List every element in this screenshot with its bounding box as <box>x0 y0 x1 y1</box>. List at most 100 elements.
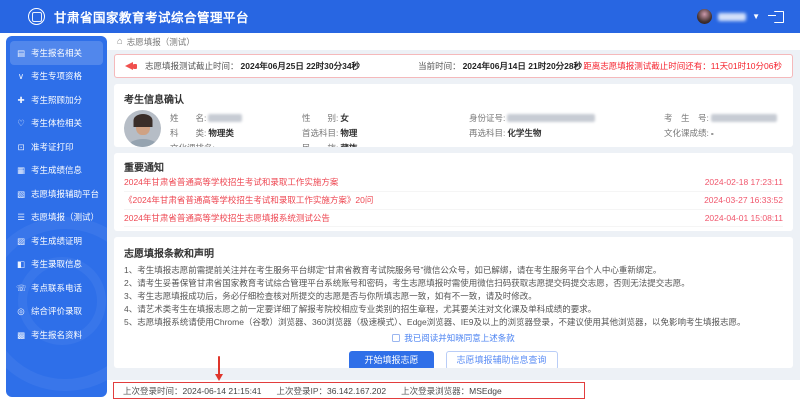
sidebar-item-label: 考生成绩证明 <box>31 235 83 246</box>
sidebar-item-admission-info[interactable]: ◧ 考生录取信息 <box>10 253 103 277</box>
notice-link[interactable]: 2024年甘肃省普通高等学校招生志愿填报系统测试公告 <box>124 212 330 224</box>
sidebar-item-application-test[interactable]: ☰ 志愿填报（测试） <box>10 206 103 230</box>
candidate-info-row: 姓 名: 性 别: 女 身份证号: 考 生 号: 科 类: 物理类 首选科目: 物理 … <box>124 110 783 147</box>
platform-logo-icon <box>28 8 45 25</box>
last-login-ip: 上次登录IP：36.142.167.202 <box>276 385 387 396</box>
candidate-info-title: 考生信息确认 <box>124 95 184 106</box>
sidebar: ▤ 考生报名相关 ∨ 考生专项资格 ✚ 考生照顾加分 ♡ 考生体检相关 ⊡ 准考证打印 ▦… <box>6 36 107 397</box>
doc-icon: ▤ <box>16 47 26 58</box>
user-name-masked[interactable] <box>718 12 747 21</box>
id-masked-value <box>507 113 596 122</box>
notices-card: 重要通知 2024年甘肃省普通高等学校招生考试和录取工作实施方案 2024-02-… <box>114 153 793 231</box>
sidebar-item-comprehensive-evaluation[interactable]: ◎ 综合评价录取 <box>10 300 103 324</box>
field-name: 姓 名: <box>170 112 302 124</box>
sidebar-item-score-info[interactable]: ▦ 考生成绩信息 <box>10 159 103 183</box>
app-header: 甘肃省国家教育考试综合管理平台 ▼ <box>0 0 800 33</box>
notice-link[interactable]: 2024年甘肃省普通高等学校招生考试和录取工作实施方案 <box>124 176 338 188</box>
terms-title: 志愿填报条款和声明 <box>124 249 214 260</box>
photo-hair <box>133 114 152 127</box>
exam-no-masked-value <box>710 113 777 122</box>
sidebar-item-registration[interactable]: ▤ 考生报名相关 <box>10 41 103 65</box>
sidebar-item-label: 考生成绩信息 <box>31 165 83 176</box>
sidebar-item-physical-exam[interactable]: ♡ 考生体检相关 <box>10 112 103 136</box>
sidebar-item-admission-ticket-print[interactable]: ⊡ 准考证打印 <box>10 135 103 159</box>
notice-row: 2024年甘肃省普通高等学校招生志愿填报系统测试公告 2024-04-01 15:… <box>124 208 783 227</box>
sidebar-item-site-phone[interactable]: ☏ 考点联系电话 <box>10 276 103 300</box>
terms-line: 3、考生志愿填报成功后，务必仔细检查核对所提交的志愿是否与你所填志愿一致，如有不… <box>124 291 537 301</box>
list-icon: ☰ <box>17 212 25 223</box>
logout-icon[interactable] <box>768 10 784 23</box>
last-login-bar: 上次登录时间：2024-06-14 21:15:41 上次登录IP：36.142… <box>113 382 585 399</box>
terms-line: 5、志愿填报系统请使用Chrome（谷歌）浏览器、360浏览器（极速模式）、Ed… <box>124 317 746 327</box>
notice-row: 2024年甘肃省普通高等学校招生适应性测试志愿填报系统操作视频2024-04-0… <box>124 226 783 231</box>
notice-row: 2024年甘肃省普通高等学校招生考试和录取工作实施方案 2024-02-18 17… <box>124 174 783 191</box>
notice-date: 2024-02-18 17:23:11 <box>704 177 783 188</box>
name-masked-value <box>208 113 243 122</box>
chevron-down-icon[interactable]: ▼ <box>752 12 760 21</box>
field-category: 科 类: 物理类 <box>170 127 234 138</box>
user-avatar[interactable] <box>697 9 713 24</box>
sidebar-item-label: 考生报名资料 <box>31 329 83 340</box>
field-gender: 性 别: 女 <box>302 112 349 123</box>
agree-row: 我已阅读并知晓同意上述条款 <box>124 332 783 344</box>
content-body: 志愿填报测试截止时间： 2024年06月25日 22时30分34秒 当前时间： … <box>107 50 800 380</box>
phone-icon: ☏ <box>16 282 27 293</box>
field-culture-rank: 文化课排名:- <box>170 142 302 148</box>
field-id-number: 身份证号: <box>469 112 664 124</box>
sidebar-item-score-certificate[interactable]: ▨ 考生成绩证明 <box>10 229 103 253</box>
announcement-icon <box>125 60 138 72</box>
sidebar-item-label: 考点联系电话 <box>31 282 83 293</box>
deadline-bar: 志愿填报测试截止时间： 2024年06月25日 22时30分34秒 当前时间： … <box>114 54 793 78</box>
breadcrumb: ⌂ 志愿填报（测试） <box>107 33 800 51</box>
candidate-photo <box>124 110 161 147</box>
check-icon: ∨ <box>17 71 25 82</box>
notice-link[interactable]: 《2024年甘肃省普通高等学校招生考试和录取工作实施方案》20问 <box>124 194 373 206</box>
countdown-text: 距离志愿填报测试截止时间还有：11天01时10分06秒 <box>583 61 782 71</box>
plus-icon: ✚ <box>17 94 25 105</box>
sidebar-item-label: 考生报名相关 <box>31 47 83 58</box>
start-application-button[interactable]: 开始填报志愿 <box>349 351 434 368</box>
field-culture-score: 文化课成绩: - <box>664 127 714 138</box>
field-second-subject: 再选科目: 化学生物 <box>469 127 542 138</box>
report-icon: ▦ <box>16 165 26 176</box>
field-first-subject: 首选科目: 物理 <box>302 127 358 138</box>
main-area: ⌂ 志愿填报（测试） 志愿填报测试截止时间： 2024年06月25日 22时30… <box>107 33 800 407</box>
header-user-area: ▼ <box>697 9 784 24</box>
terms-line: 1、考生填报志愿前需提前关注并在考生服务平台绑定“甘肃省教育考试院服务号”微信公… <box>124 265 662 275</box>
annotation-arrow-icon <box>215 356 224 382</box>
current-time-value: 2024年06月14日 21时20分28秒 <box>462 61 583 71</box>
deadline-value: 2024年06月25日 22时30分34秒 <box>240 61 361 71</box>
home-icon: ⌂ <box>117 36 123 47</box>
sidebar-item-bonus-points[interactable]: ✚ 考生照顾加分 <box>10 88 103 112</box>
candidate-info-card: 考生信息确认 姓 名: 性 别: 女 身份证号: 考 生 号: 科 类: 物理类 首… <box>114 84 793 147</box>
sidebar-item-registration-materials[interactable]: ▩ 考生报名资料 <box>10 323 103 347</box>
printer-icon: ⊡ <box>17 141 25 152</box>
terms-card: 志愿填报条款和声明 1、考生填报志愿前需提前关注并在考生服务平台绑定“甘肃省教育… <box>114 237 793 368</box>
sidebar-item-application-assist-platform[interactable]: ▧ 志愿填报辅助平台 <box>10 182 103 206</box>
sidebar-item-special-qualification[interactable]: ∨ 考生专项资格 <box>10 65 103 89</box>
candidate-fields-grid: 姓 名: 性 别: 女 身份证号: 考 生 号: 科 类: 物理类 首选科目: 物理 … <box>170 110 783 147</box>
notice-row: 《2024年甘肃省普通高等学校招生考试和录取工作实施方案》20问 2024-03-… <box>124 190 783 209</box>
sidebar-item-label: 志愿填报（测试） <box>31 212 100 223</box>
sidebar-item-label: 准考证打印 <box>31 141 74 152</box>
breadcrumb-label[interactable]: 志愿填报（测试） <box>127 36 195 48</box>
certificate-icon: ▨ <box>16 235 26 246</box>
sidebar-item-label: 考生体检相关 <box>31 118 83 129</box>
app-title: 甘肃省国家教育考试综合管理平台 <box>54 11 250 25</box>
terms-lines: 1、考生填报志愿前需提前关注并在考生服务平台绑定“甘肃省教育考试院服务号”微信公… <box>124 264 783 329</box>
page: 甘肃省国家教育考试综合管理平台 ▼ ▤ 考生报名相关 ∨ 考生专项资格 ✚ 考生照顾加… <box>0 0 800 407</box>
notice-date: 2024-03-27 16:33:52 <box>704 195 783 206</box>
header-brand: 甘肃省国家教育考试综合管理平台 <box>28 7 249 26</box>
notice-link[interactable]: 2024年甘肃省普通高等学校招生适应性测试志愿填报系统操作视频 <box>124 230 372 232</box>
target-icon: ◎ <box>17 306 25 317</box>
agree-label[interactable]: 我已阅读并知晓同意上述条款 <box>404 332 515 344</box>
aux-info-query-button[interactable]: 志愿填报辅助信息查询 <box>445 351 558 368</box>
notices-title: 重要通知 <box>124 163 164 174</box>
last-login-browser: 上次登录浏览器：MSEdge <box>401 385 502 396</box>
terms-line: 2、请考生妥善保管甘肃省国家教育考试综合管理平台系统账号和密码，考生志愿填报时需… <box>124 278 690 288</box>
files-icon: ▩ <box>16 329 26 340</box>
sidebar-item-label: 考生照顾加分 <box>31 94 83 105</box>
agree-checkbox[interactable] <box>392 334 401 342</box>
sidebar-item-label: 考生录取信息 <box>31 259 83 270</box>
deadline-label: 志愿填报测试截止时间： <box>145 61 239 71</box>
